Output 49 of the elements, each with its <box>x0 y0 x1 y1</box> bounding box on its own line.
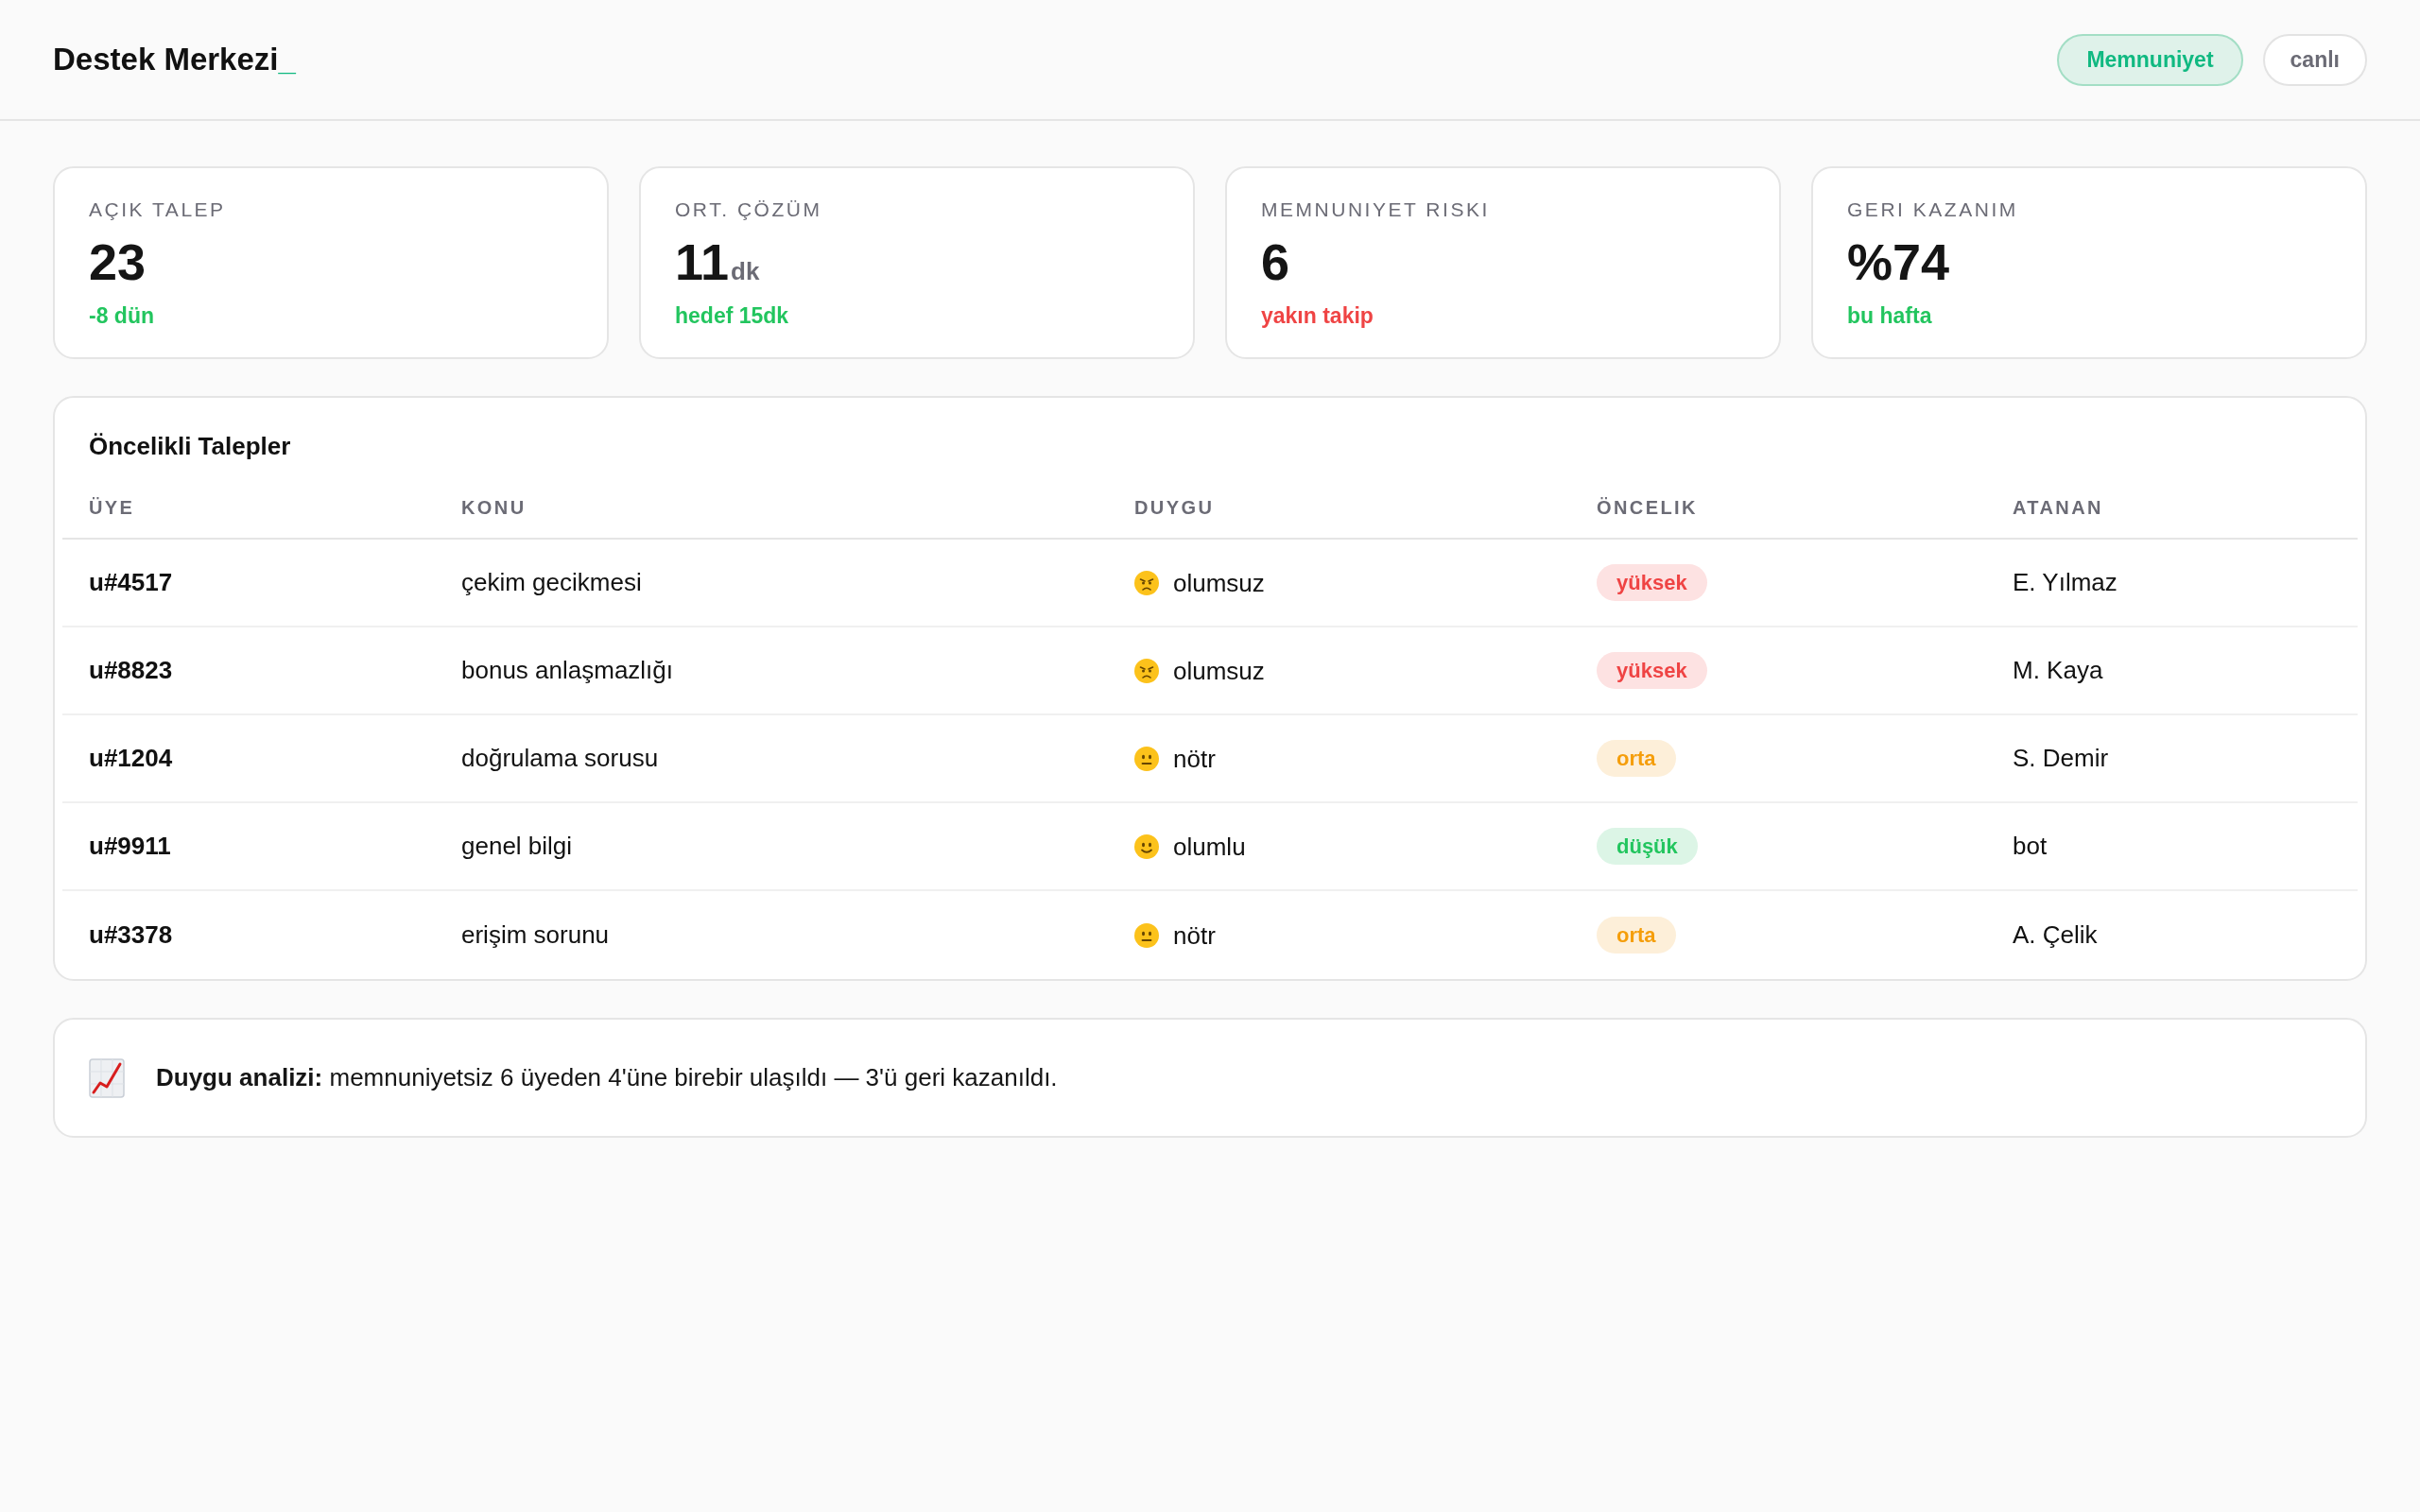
page-title: Destek Merkezi <box>53 41 279 79</box>
stat-value: %74 <box>1847 235 1950 288</box>
priority-tag: yüksek <box>1597 652 1707 689</box>
priority-tag: orta <box>1597 917 1676 954</box>
stat-label: ORT. ÇÖZÜM <box>675 199 822 220</box>
assignee-name: E. Yılmaz <box>2013 567 2118 598</box>
assignee-name: S. Demir <box>2013 743 2109 774</box>
stat-note: hedef 15dk <box>675 302 789 329</box>
assignee-name: bot <box>2013 831 2048 862</box>
subject-text: doğrulama sorusu <box>461 743 659 774</box>
stat-value: 23 <box>89 235 147 288</box>
filter-chip[interactable]: canlı <box>2262 33 2367 86</box>
column-header: ÖNCELIK <box>1597 496 1698 520</box>
stat-value: 6 <box>1261 235 1290 288</box>
member-id: u#1204 <box>89 743 173 774</box>
stat-value: 11 <box>675 235 730 288</box>
subject-text: bonus anlaşmazlığı <box>461 655 674 686</box>
rising-chart-icon <box>89 1057 125 1098</box>
sentiment-label: nötr <box>1173 920 1216 952</box>
member-id: u#3378 <box>89 919 173 951</box>
column-header: DUYGU <box>1134 496 1215 520</box>
sentiment-label: olumsuz <box>1173 656 1265 687</box>
priority-tag: yüksek <box>1597 564 1707 601</box>
column-header: ÜYE <box>89 496 135 520</box>
column-header: KONU <box>461 496 527 520</box>
subject-text: erişim sorunu <box>461 919 610 951</box>
stat-label: AÇIK TALEP <box>89 199 226 220</box>
sentiment-label: olumlu <box>1173 832 1246 863</box>
stat-note: bu hafta <box>1847 302 1932 329</box>
column-header: ATANAN <box>2013 496 2103 520</box>
stat-note: -8 dün <box>89 302 154 329</box>
member-id: u#4517 <box>89 567 173 598</box>
member-id: u#9911 <box>89 831 171 862</box>
sentiment-label: nötr <box>1173 744 1216 775</box>
table-title: Öncelikli Talepler <box>89 432 291 460</box>
assignee-name: A. Çelik <box>2013 919 2098 951</box>
assignee-name: M. Kaya <box>2013 655 2103 686</box>
stat-note: yakın takip <box>1261 302 1374 329</box>
priority-tag: düşük <box>1597 828 1698 865</box>
stat-label: MEMNUNIYET RISKI <box>1261 199 1490 220</box>
sentiment-label: olumsuz <box>1173 568 1265 599</box>
member-id: u#8823 <box>89 655 173 686</box>
subject-text: çekim gecikmesi <box>461 567 642 598</box>
insight-text: Duygu analizi: memnuniyetsiz 6 üyeden 4'üne birebir ulaşıldı — 3'ü geri kazanıldı. <box>156 1062 1058 1093</box>
stat-label: GERI KAZANIM <box>1847 199 2018 220</box>
stat-unit: dk <box>731 256 760 287</box>
subject-text: genel bilgi <box>461 831 573 862</box>
priority-tag: orta <box>1597 740 1676 777</box>
title-cursor: _ <box>278 41 296 79</box>
